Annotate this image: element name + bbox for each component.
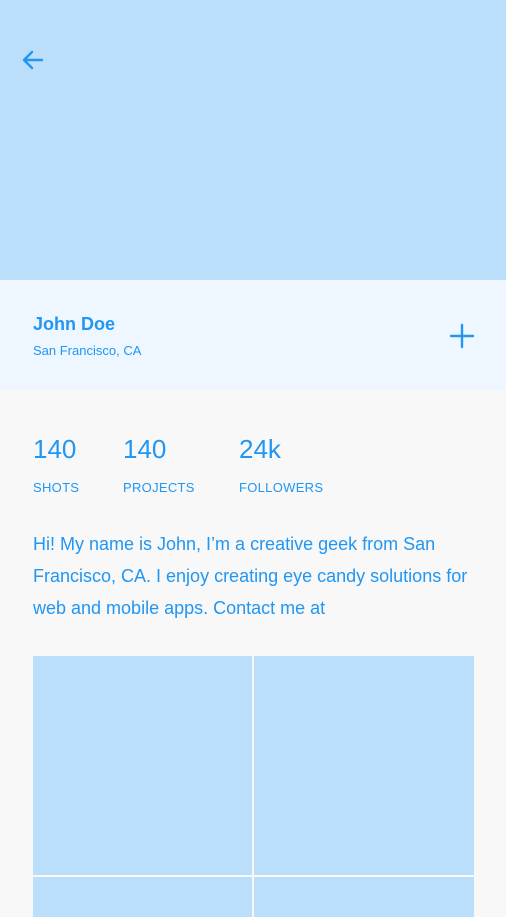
stat-label: PROJECTS (123, 480, 195, 495)
shots-grid (33, 656, 474, 917)
profile-bio: Hi! My name is John, I’m a creative geek… (33, 534, 468, 618)
plus-icon (449, 323, 475, 349)
follow-button[interactable] (446, 320, 478, 352)
stat-shots[interactable]: 140 SHOTS (33, 434, 79, 495)
shot-thumbnail[interactable] (33, 656, 252, 875)
profile-location: San Francisco, CA (33, 343, 142, 358)
profile-header (0, 280, 506, 390)
profile-name: John Doe (33, 314, 116, 334)
stat-followers[interactable]: 24k FOLLOWERS (239, 434, 323, 495)
stat-value: 140 (123, 434, 167, 464)
shot-thumbnail[interactable] (254, 656, 474, 875)
stat-value: 140 (33, 434, 77, 464)
stat-projects[interactable]: 140 PROJECTS (123, 434, 195, 495)
shot-thumbnail[interactable] (254, 877, 474, 917)
cover-image (0, 0, 506, 280)
back-button[interactable] (18, 45, 48, 75)
stat-label: FOLLOWERS (239, 480, 324, 495)
arrow-left-icon (22, 50, 44, 70)
shot-thumbnail[interactable] (33, 877, 252, 917)
stat-value: 24k (239, 434, 281, 464)
stat-label: SHOTS (33, 480, 80, 495)
